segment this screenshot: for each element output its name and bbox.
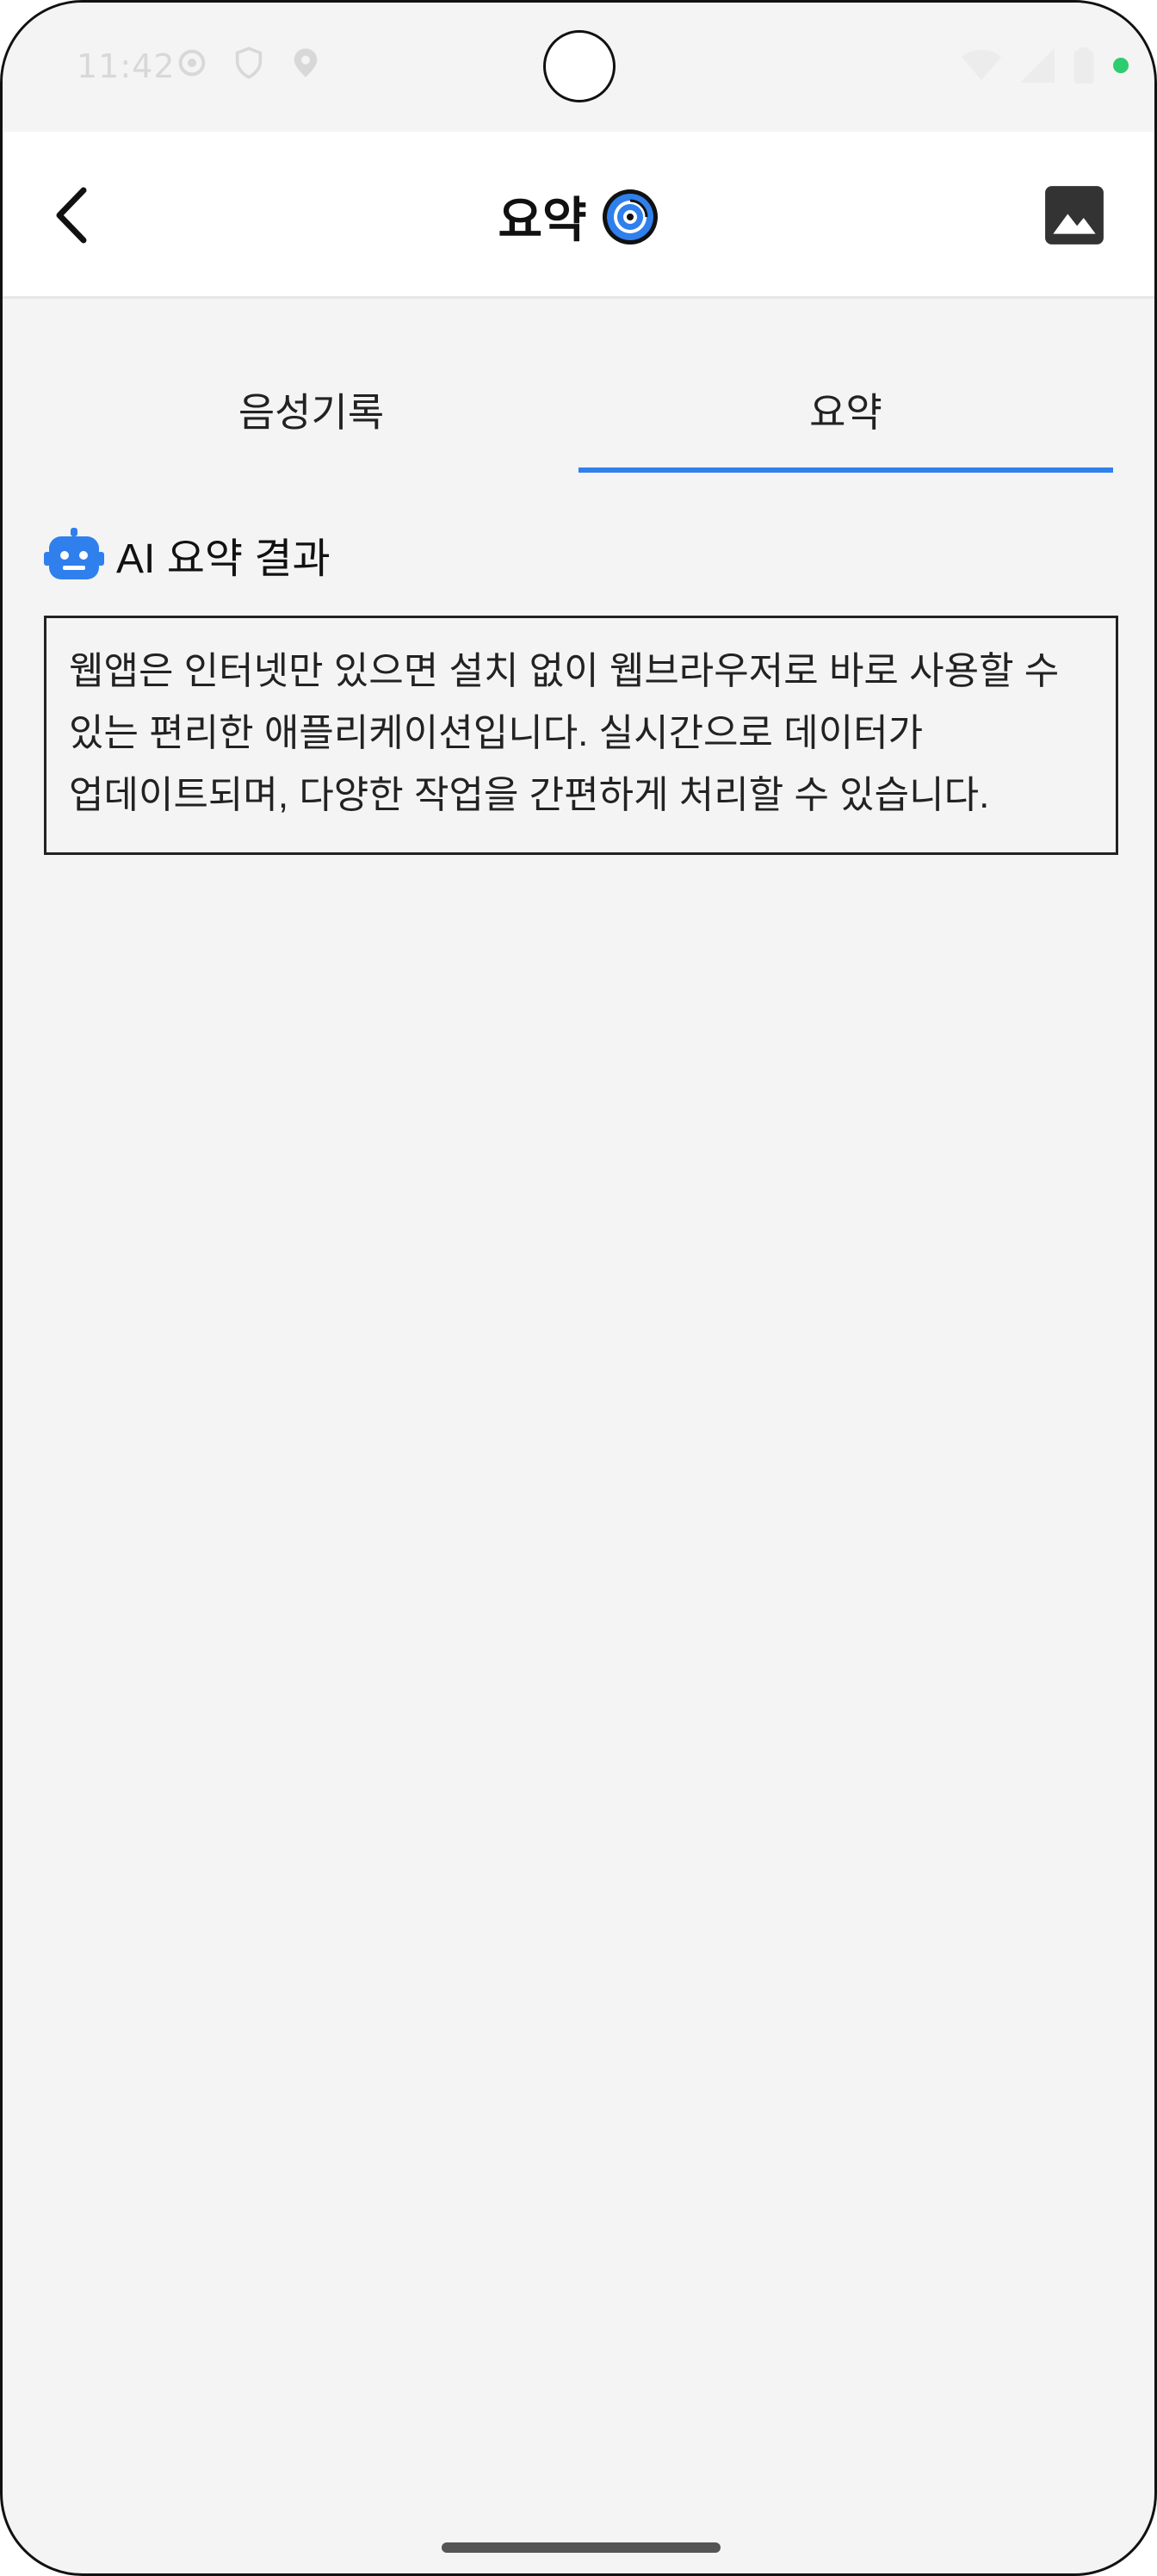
section-title: AI 요약 결과 xyxy=(116,536,331,582)
status-icons-left xyxy=(175,46,323,80)
location-icon xyxy=(294,48,318,77)
page-title: 요약 xyxy=(498,193,587,247)
tab-summary[interactable]: 요약 xyxy=(578,347,1113,473)
image-icon xyxy=(1045,186,1104,245)
shield-icon xyxy=(235,46,263,79)
tab-bar: 음성기록 요약 xyxy=(44,347,1113,473)
status-time: 11:42 xyxy=(77,47,176,85)
home-indicator[interactable] xyxy=(442,2542,721,2553)
tab-voice-record[interactable]: 음성기록 xyxy=(44,347,578,473)
battery-icon xyxy=(1073,47,1094,84)
section-header: AI 요약 결과 xyxy=(44,524,331,585)
settings-icon xyxy=(178,49,206,77)
camera-cutout xyxy=(543,30,616,102)
status-icons-right xyxy=(962,47,1129,84)
wifi-icon xyxy=(962,49,1001,81)
summary-text: 웹앱은 인터넷만 있으면 설치 없이 웹브라우저로 바로 사용할 수 있는 편리… xyxy=(69,650,1060,816)
image-button[interactable] xyxy=(1043,183,1106,247)
signal-icon xyxy=(1020,48,1055,83)
robot-icon xyxy=(44,528,104,579)
privacy-indicator-dot xyxy=(1113,58,1129,73)
title-group: 요약 xyxy=(3,182,1154,251)
status-bar: 11:42 xyxy=(3,3,1154,132)
summary-box: 웹앱은 인터넷만 있으면 설치 없이 웹브라우저로 바로 사용할 수 있는 편리… xyxy=(44,616,1118,855)
app-logo-icon xyxy=(602,189,658,245)
phone-screen: 11:42 요약 음성기록 요약 AI 요약 결과 웹앱은 인터넷만 있으면 설… xyxy=(0,0,1157,2576)
app-bar: 요약 xyxy=(3,132,1154,299)
